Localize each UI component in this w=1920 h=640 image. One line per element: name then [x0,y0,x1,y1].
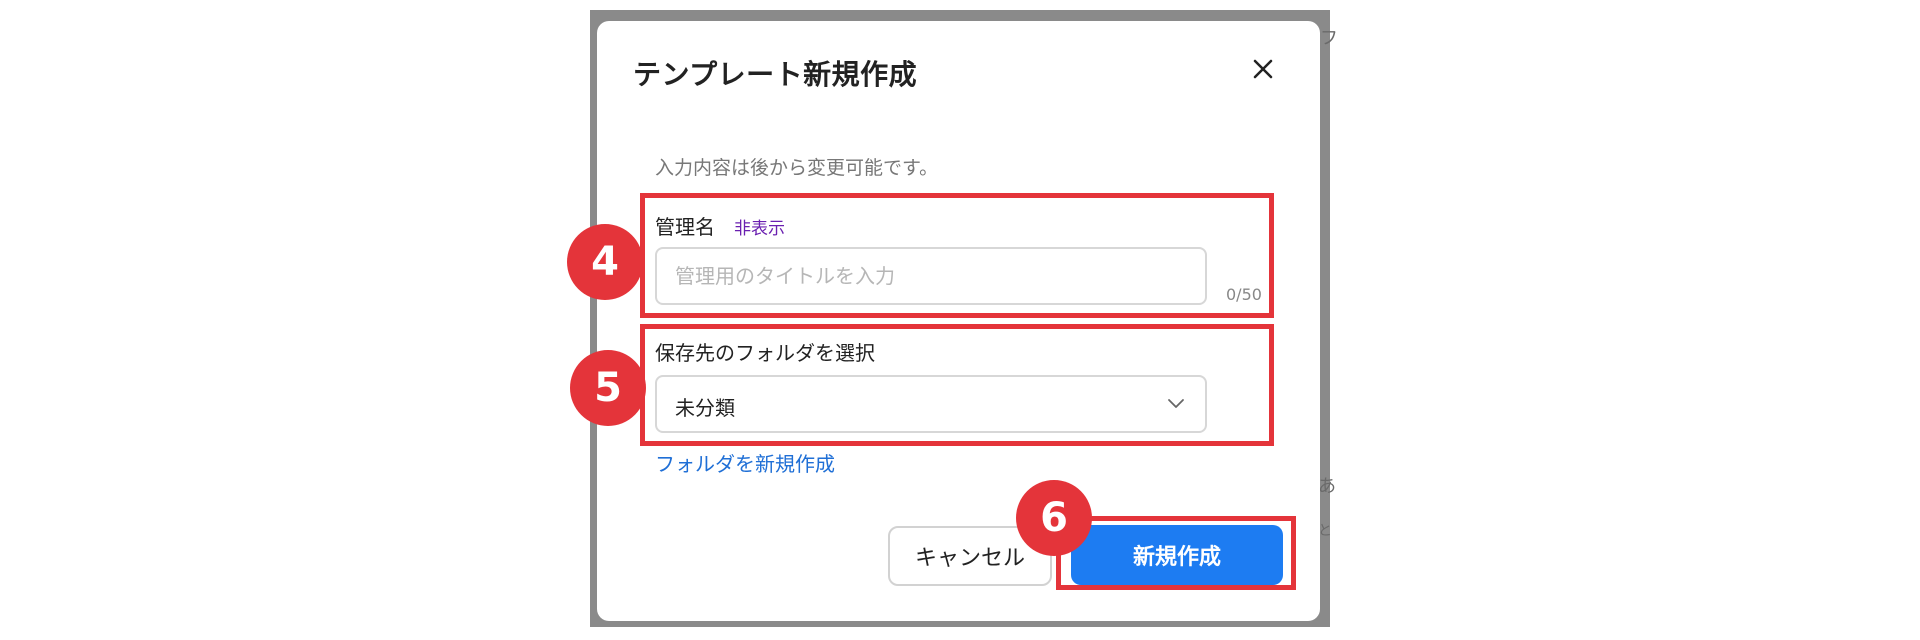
create-template-dialog: テンプレート新規作成 入力内容は後から変更可能です。 管理名 非表示 0/50 … [597,21,1320,621]
create-folder-link[interactable]: フォルダを新規作成 [655,448,835,477]
edit-later-hint: 入力内容は後から変更可能です。 [655,157,939,179]
background-text-fragment: あ [1318,476,1336,497]
step-badge-6: 6 [1016,480,1092,556]
dialog-title: テンプレート新規作成 [633,58,918,91]
hide-toggle-link[interactable]: 非表示 [734,214,785,239]
folder-field-label: 保存先のフォルダを選択 [655,341,875,365]
create-button[interactable]: 新規作成 [1071,525,1283,585]
folder-select-value: 未分類 [675,396,735,420]
close-icon[interactable] [1245,51,1281,87]
chevron-down-icon [1168,399,1184,408]
character-counter: 0/50 [1226,285,1262,304]
background-text-fragment: フ [1320,28,1338,49]
background-text-fragment: と [1318,523,1332,539]
folder-select[interactable]: 未分類 [655,375,1207,433]
name-input[interactable] [655,247,1207,305]
step-badge-5: 5 [570,350,646,426]
name-field-label: 管理名 [655,215,715,239]
step-badge-4: 4 [567,224,643,300]
